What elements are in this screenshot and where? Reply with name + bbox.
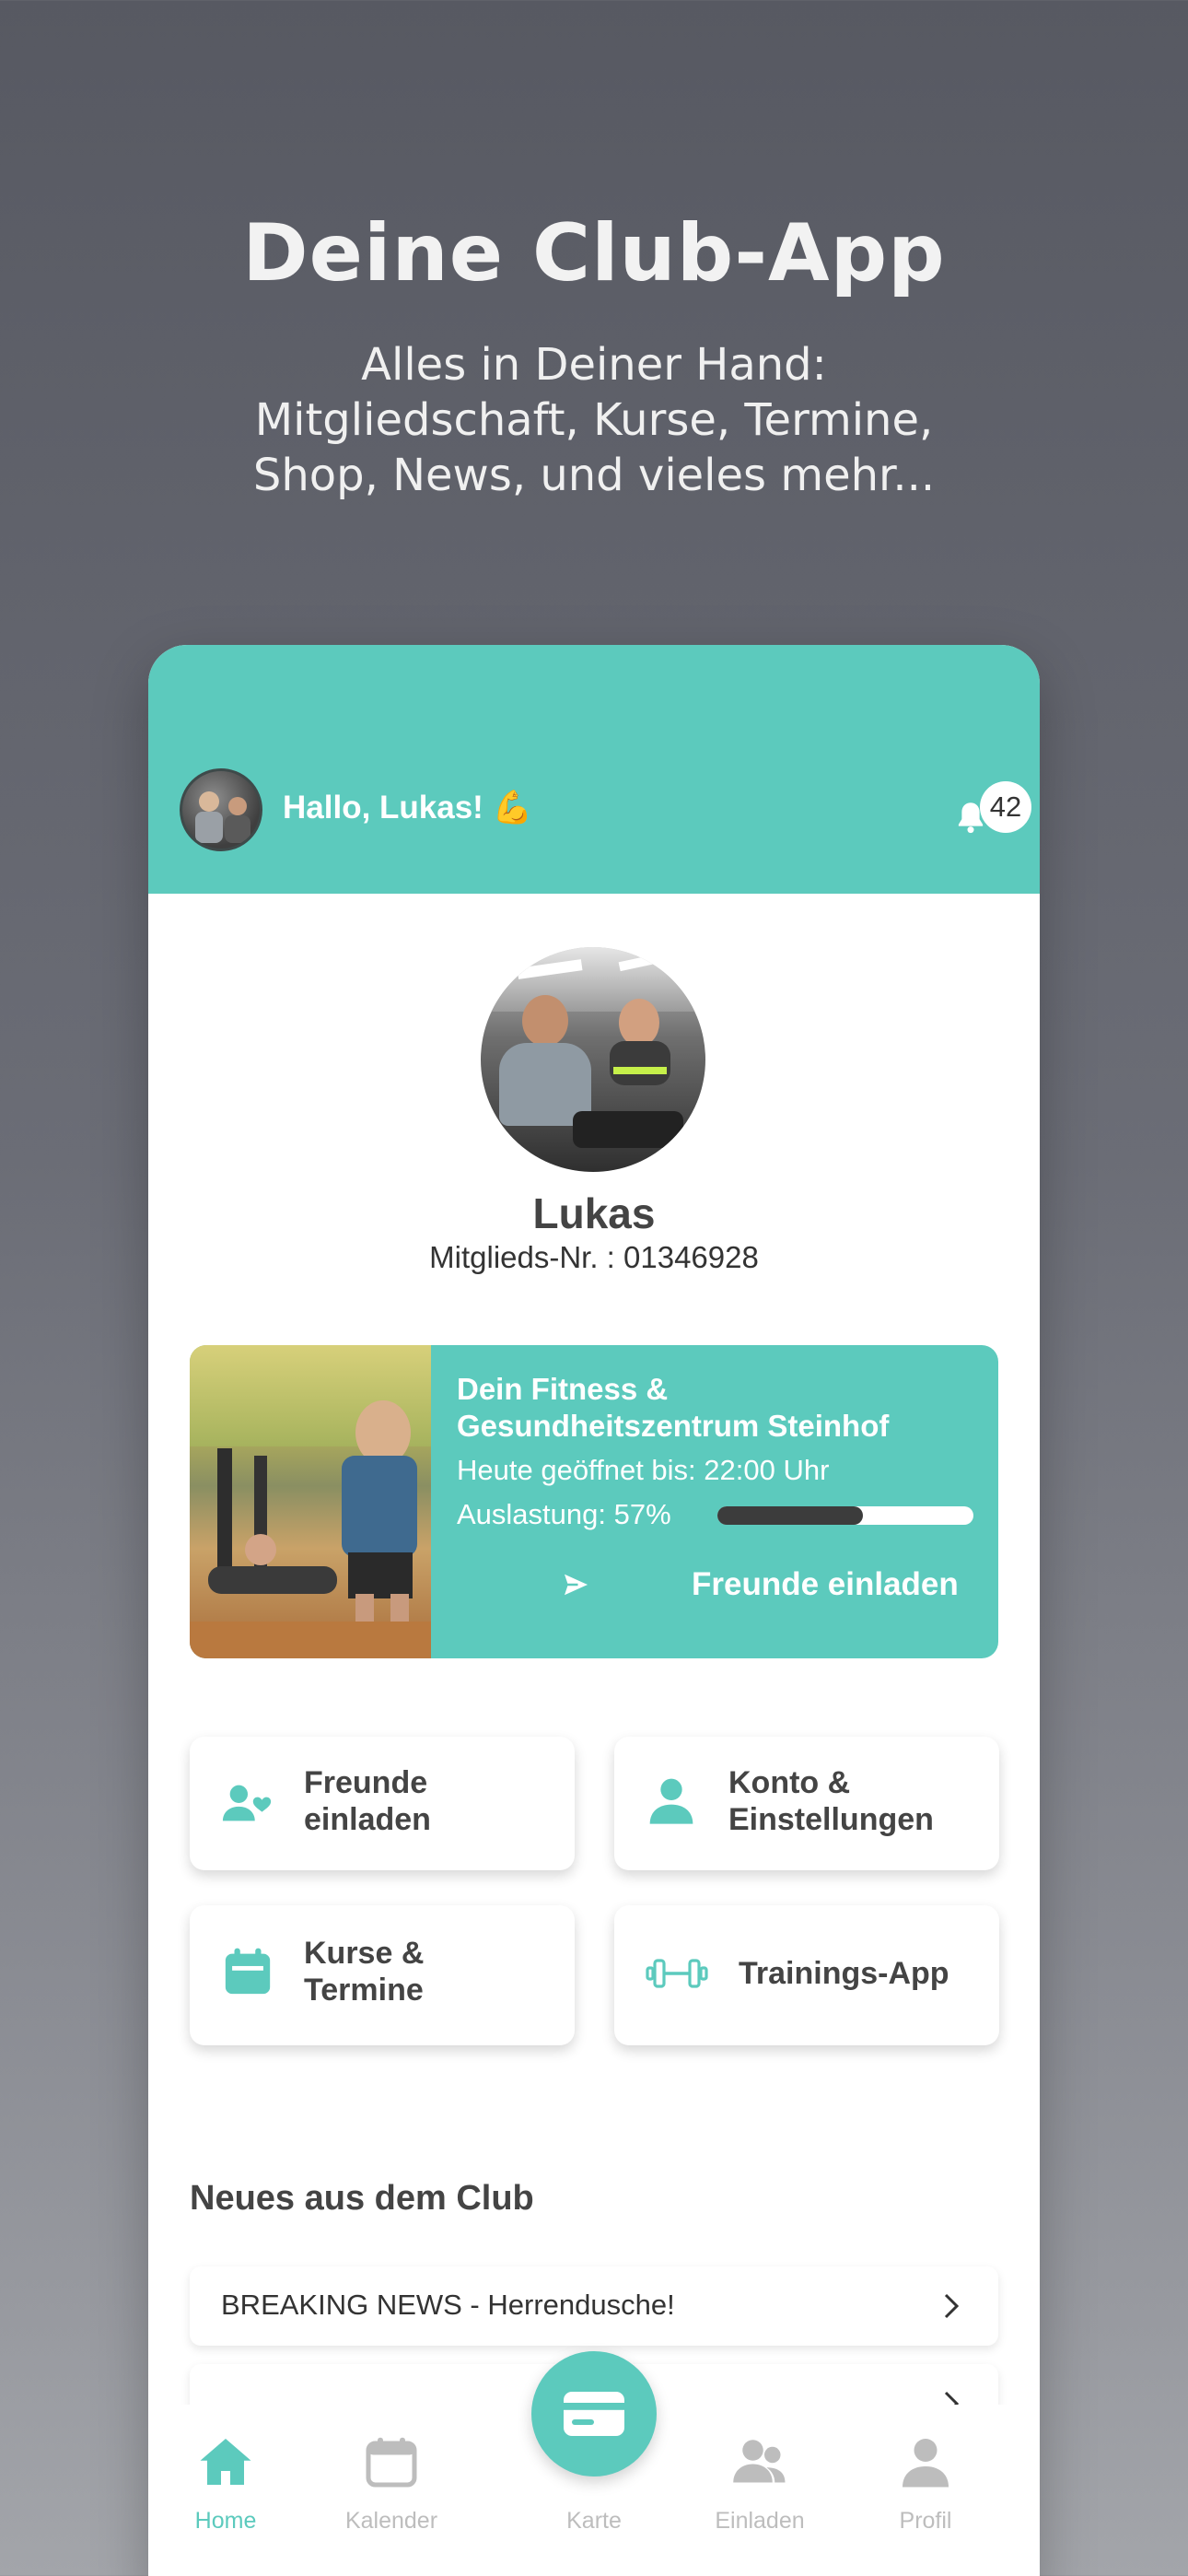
hero-subtitle: Alles in Deiner Hand: Mitgliedschaft, Ku…: [0, 337, 1188, 503]
tile-label-line: Freunde: [304, 1765, 428, 1800]
hero-subtitle-line: Shop, News, und vieles mehr...: [252, 450, 936, 501]
invite-friends-link[interactable]: Freunde einladen: [692, 1566, 959, 1603]
top-header-bar: Hallo, Lukas! 💪 42: [148, 645, 1040, 894]
tile-label-line: Kurse &: [304, 1936, 425, 1971]
account-icon: [649, 1778, 693, 1824]
member-number: Mitglieds-Nr. : 01346928: [429, 1240, 759, 1274]
club-card[interactable]: Dein Fitness & Gesundheitszentrum Steinh…: [190, 1345, 998, 1658]
club-photo: [190, 1345, 431, 1658]
profile-name: Lukas: [532, 1189, 656, 1237]
news-item-title: BREAKING NEWS - Herrendusche!: [221, 2289, 675, 2321]
calendar-icon: [366, 2437, 417, 2488]
opening-hours: Heute geöffnet bis: 22:00 Uhr: [457, 1454, 830, 1486]
phone-screen: Hallo, Lukas! 💪 42 Lukas Mitglieds-Nr. :…: [148, 645, 1040, 2576]
invite-friends-icon: [222, 1785, 272, 1821]
member-card-button[interactable]: [531, 2351, 657, 2476]
tile-label: Kurse & Termine: [304, 1935, 424, 2008]
dumbbell-icon: [646, 1959, 708, 1988]
tile-courses[interactable]: Kurse & Termine: [190, 1905, 575, 2045]
greeting-text: Hallo, Lukas! 💪: [283, 790, 533, 825]
tab-label: Kalender: [344, 2508, 438, 2534]
tab-invite[interactable]: Einladen: [691, 2405, 829, 2576]
send-icon[interactable]: [560, 1568, 593, 1601]
avatar[interactable]: [180, 768, 262, 851]
tab-label: Karte: [566, 2508, 622, 2534]
tab-profile[interactable]: Profil: [856, 2405, 995, 2576]
chevron-right-icon: [944, 2293, 960, 2319]
tile-label: Trainings-App: [739, 1955, 949, 1992]
tile-label: Konto & Einstellungen: [728, 1764, 934, 1838]
hero-subtitle-line: Alles in Deiner Hand:: [361, 339, 827, 391]
tab-home[interactable]: Home: [157, 2405, 295, 2576]
occupancy-bar-fill: [717, 1506, 864, 1525]
tile-label-line: einladen: [304, 1802, 431, 1837]
people-icon: [733, 2440, 786, 2483]
club-name: Dein Fitness & Gesundheitszentrum Steinh…: [457, 1372, 890, 1443]
tile-label-line: Trainings-App: [739, 1956, 949, 1991]
tile-invite-friends[interactable]: Freunde einladen: [190, 1737, 575, 1870]
news-heading: Neues aus dem Club: [190, 2179, 534, 2218]
tile-training-app[interactable]: Trainings-App: [614, 1905, 999, 2045]
person-icon: [903, 2439, 949, 2488]
tab-calendar[interactable]: Kalender: [322, 2405, 460, 2576]
hero-subtitle-line: Mitgliedschaft, Kurse, Termine,: [254, 394, 934, 446]
tab-label: Home: [194, 2508, 257, 2534]
occupancy-label: Auslastung: 57%: [457, 1498, 671, 1530]
news-item[interactable]: BREAKING NEWS - Herrendusche!: [190, 2266, 998, 2346]
card-icon: [564, 2392, 624, 2436]
home-icon: [200, 2439, 251, 2485]
tile-label-line: Konto &: [728, 1765, 851, 1800]
hero-title: Deine Club-App: [242, 207, 946, 299]
occupancy-bar: [717, 1506, 973, 1525]
tile-label-line: Termine: [304, 1973, 424, 2008]
notification-badge[interactable]: 42: [980, 781, 1031, 833]
tab-label: Einladen: [715, 2508, 805, 2534]
tab-label: Profil: [899, 2508, 952, 2534]
tile-label: Freunde einladen: [304, 1764, 431, 1838]
tile-account-settings[interactable]: Konto & Einstellungen: [614, 1737, 999, 1870]
profile-photo: [481, 947, 705, 1172]
calendar-icon: [225, 1948, 271, 1995]
tile-label-line: Einstellungen: [728, 1802, 934, 1837]
